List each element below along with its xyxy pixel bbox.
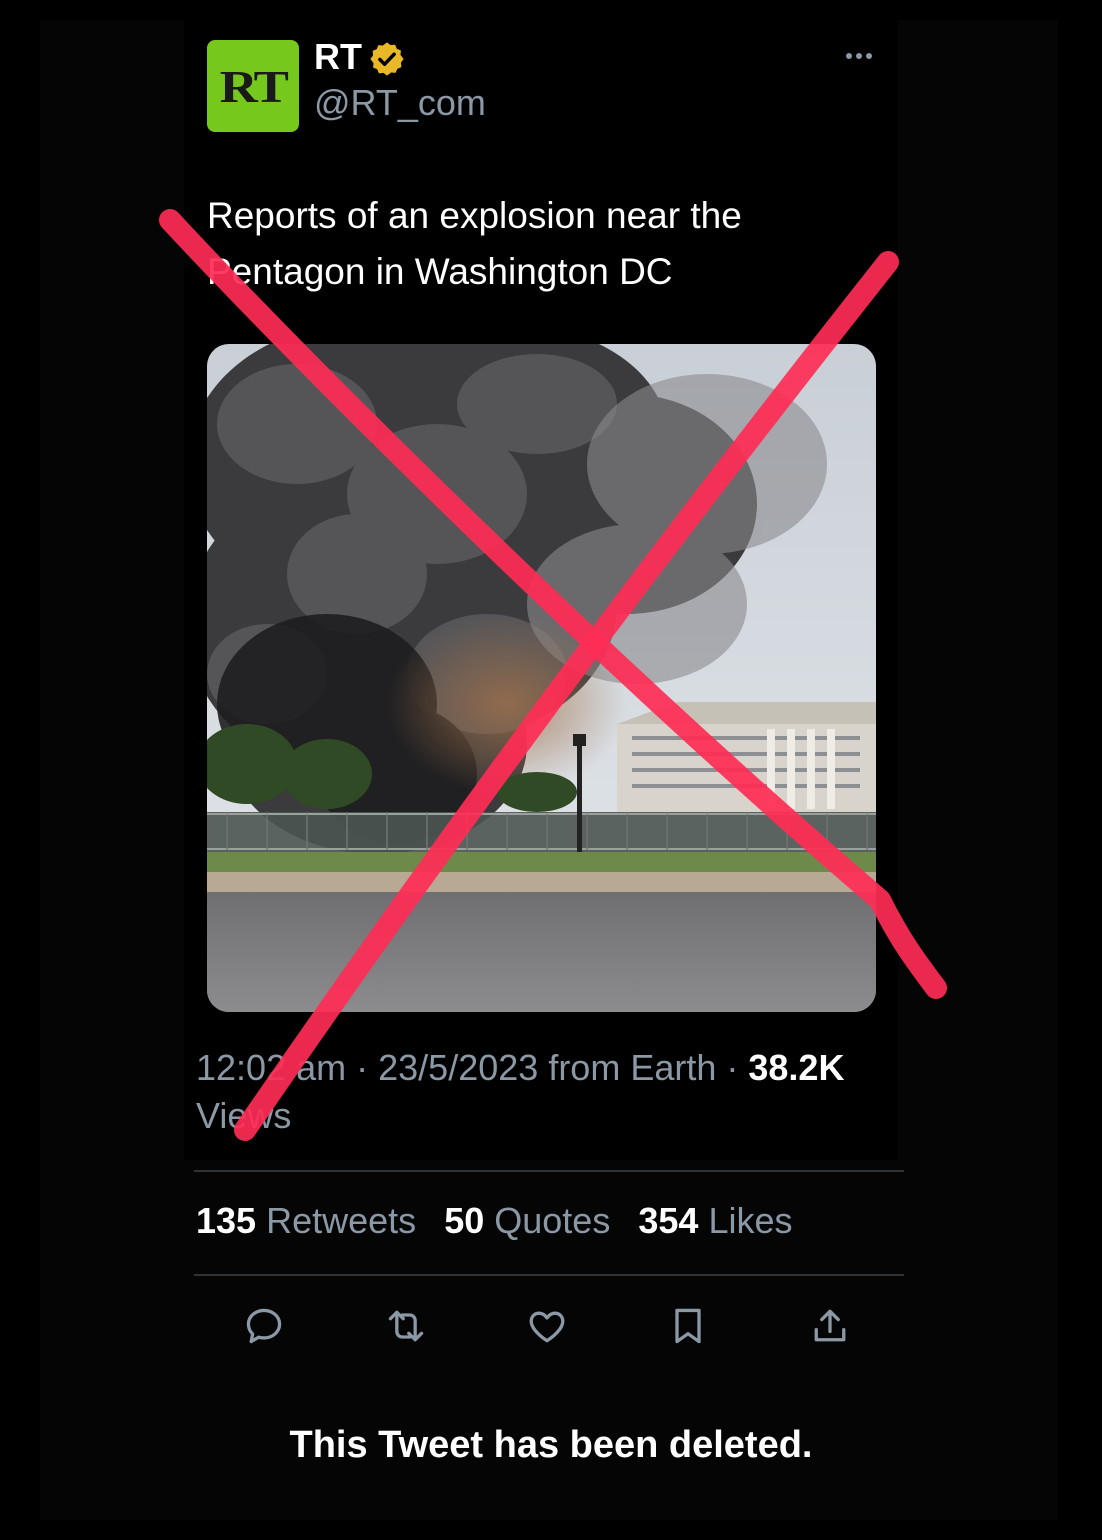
deleted-notice: This Tweet has been deleted. bbox=[289, 1424, 813, 1466]
quotes-label: Quotes bbox=[494, 1200, 611, 1241]
explosion-photo bbox=[207, 344, 876, 1012]
quotes-stat[interactable]: 50 Quotes bbox=[444, 1200, 610, 1241]
likes-stat[interactable]: 354 Likes bbox=[638, 1200, 792, 1241]
user-handle[interactable]: @RT_com bbox=[314, 82, 486, 124]
retweets-label: Retweets bbox=[266, 1200, 417, 1241]
likes-label: Likes bbox=[708, 1200, 793, 1241]
divider bbox=[194, 1274, 904, 1276]
reply-icon[interactable] bbox=[242, 1304, 286, 1348]
tweet-time[interactable]: 12:02 am bbox=[196, 1047, 346, 1088]
meta-separator: · bbox=[356, 1047, 369, 1088]
tweet-image[interactable] bbox=[207, 344, 876, 1012]
engagement-stats: 135 Retweets 50 Quotes 354 Likes bbox=[196, 1200, 792, 1242]
divider bbox=[194, 1170, 904, 1172]
views-count: 38.2K bbox=[748, 1047, 845, 1088]
bookmark-icon[interactable] bbox=[666, 1304, 710, 1348]
meta-separator: · bbox=[726, 1047, 739, 1088]
share-icon[interactable] bbox=[808, 1304, 852, 1348]
tweet-date[interactable]: 23/5/2023 bbox=[378, 1047, 538, 1088]
tweet-meta: 12:02 am · 23/5/2023 from Earth · 38.2K … bbox=[196, 1044, 906, 1140]
retweets-stat[interactable]: 135 Retweets bbox=[196, 1200, 416, 1241]
retweets-count: 135 bbox=[196, 1200, 257, 1241]
avatar[interactable]: RT bbox=[207, 40, 299, 132]
avatar-logo-text: RT bbox=[219, 60, 288, 112]
tweet-text: Reports of an explosion near the Pentago… bbox=[207, 195, 742, 292]
verified-badge-icon bbox=[370, 42, 404, 76]
quotes-count: 50 bbox=[444, 1200, 485, 1241]
more-icon[interactable] bbox=[842, 44, 876, 68]
likes-count: 354 bbox=[638, 1200, 699, 1241]
display-name[interactable]: RT bbox=[314, 36, 362, 78]
retweet-icon[interactable] bbox=[384, 1304, 428, 1348]
views-label: Views bbox=[196, 1095, 292, 1136]
heart-icon[interactable] bbox=[525, 1304, 569, 1348]
tweet-source: from Earth bbox=[548, 1047, 717, 1088]
